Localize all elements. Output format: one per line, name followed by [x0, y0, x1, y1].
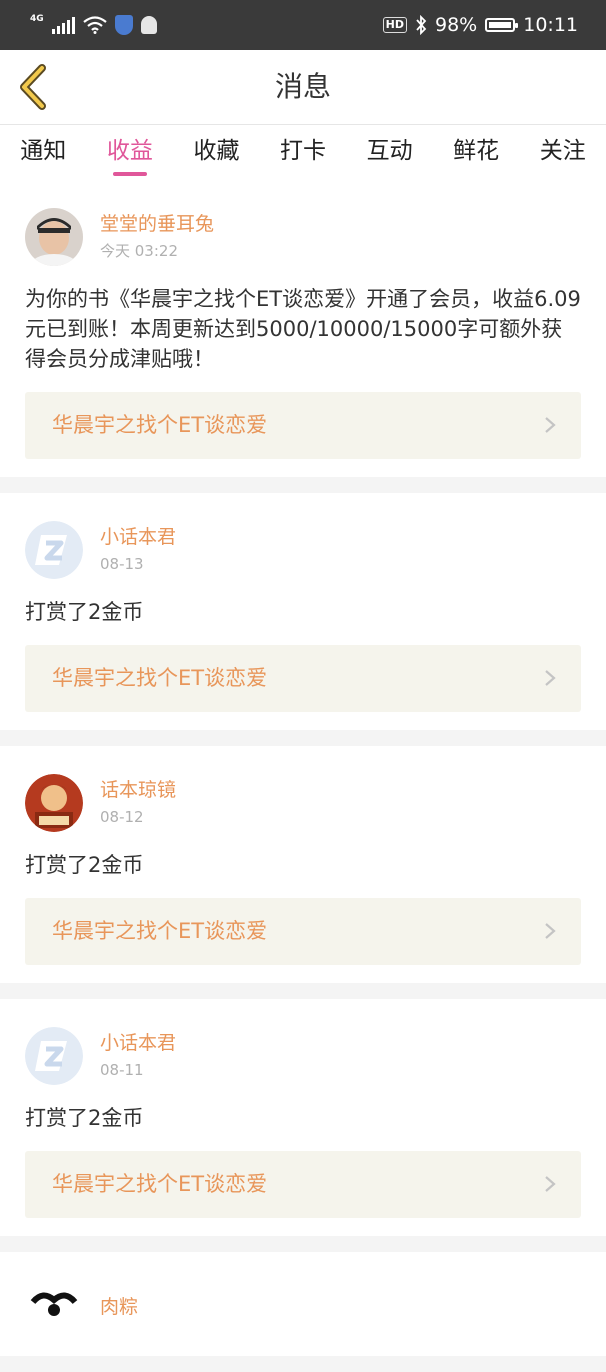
- avatar[interactable]: [25, 521, 83, 579]
- book-title: 华晨宇之找个ET谈恋爱: [52, 1172, 268, 1196]
- book-link[interactable]: 华晨宇之找个ET谈恋爱: [25, 1151, 581, 1218]
- chevron-right-icon: [545, 670, 556, 686]
- message-meta: 肉粽: [25, 1280, 581, 1338]
- message-text: 打赏了2金币: [25, 1106, 144, 1130]
- signal-icon: [51, 16, 75, 34]
- tab-flowers[interactable]: 鲜花: [433, 125, 520, 182]
- header: 消息: [0, 50, 606, 125]
- tab-earnings[interactable]: 收益: [87, 125, 174, 182]
- avatar[interactable]: [25, 1280, 83, 1338]
- user-name[interactable]: 话本琼镜: [100, 778, 176, 802]
- tab-follow[interactable]: 关注: [519, 125, 606, 182]
- battery-icon: [485, 18, 519, 32]
- qq-icon: [140, 16, 157, 34]
- bluetooth-icon: [416, 15, 427, 35]
- message-time: 今天 03:22: [100, 242, 178, 260]
- status-bar-right: HD 98% 10:11: [382, 12, 578, 38]
- battery-percent: 98%: [435, 14, 478, 36]
- user-name[interactable]: 小话本君: [100, 1031, 176, 1055]
- user-name[interactable]: 小话本君: [100, 525, 176, 549]
- avatar[interactable]: [25, 208, 83, 266]
- message-text: 打赏了2金币: [25, 600, 144, 624]
- message-card: 话本琼镜 08-12 打赏了2金币 华晨宇之找个ET谈恋爱: [0, 746, 606, 983]
- chevron-right-icon: [545, 1176, 556, 1192]
- message-time: 08-13: [100, 555, 144, 573]
- message-text: 打赏了2金币: [25, 853, 144, 877]
- message-meta: 堂堂的垂耳兔 今天 03:22: [25, 208, 581, 266]
- chevron-right-icon: [545, 923, 556, 939]
- message-meta: 小话本君 08-11: [25, 1027, 581, 1085]
- book-link[interactable]: 华晨宇之找个ET谈恋爱: [25, 392, 581, 459]
- wifi-icon: [82, 16, 107, 34]
- user-name[interactable]: 肉粽: [100, 1295, 138, 1319]
- message-card: 小话本君 08-13 打赏了2金币 华晨宇之找个ET谈恋爱: [0, 493, 606, 730]
- shield-icon: [114, 15, 133, 35]
- tab-interaction[interactable]: 互动: [346, 125, 433, 182]
- page-title: 消息: [274, 70, 331, 103]
- message-feed: 堂堂的垂耳兔 今天 03:22 为你的书《华晨宇之找个ET谈恋爱》开通了会员，收…: [0, 182, 606, 1372]
- tab-bar: 通知 收益 收藏 打卡 互动 鲜花 关注: [0, 125, 606, 182]
- network-type: 4G: [30, 14, 44, 24]
- message-card: 肉粽: [0, 1252, 606, 1356]
- message-card: 堂堂的垂耳兔 今天 03:22 为你的书《华晨宇之找个ET谈恋爱》开通了会员，收…: [0, 182, 606, 477]
- battery-level-fill: [489, 22, 511, 28]
- book-title: 华晨宇之找个ET谈恋爱: [52, 919, 268, 943]
- message-time: 08-11: [100, 1061, 144, 1079]
- tab-notifications[interactable]: 通知: [0, 125, 87, 182]
- book-title: 华晨宇之找个ET谈恋爱: [52, 413, 268, 437]
- message-meta: 小话本君 08-13: [25, 521, 581, 579]
- status-bar: 4G HD 98% 10:11: [0, 0, 606, 50]
- message-time: 08-12: [100, 808, 144, 826]
- book-link[interactable]: 华晨宇之找个ET谈恋爱: [25, 645, 581, 712]
- avatar[interactable]: [25, 774, 83, 832]
- user-name[interactable]: 堂堂的垂耳兔: [100, 212, 214, 236]
- status-bar-left: 4G: [30, 12, 157, 38]
- tab-favorites[interactable]: 收藏: [173, 125, 260, 182]
- message-card: 小话本君 08-11 打赏了2金币 华晨宇之找个ET谈恋爱: [0, 999, 606, 1236]
- hd-icon: HD: [382, 17, 407, 33]
- avatar[interactable]: [25, 1027, 83, 1085]
- message-text: 为你的书《华晨宇之找个ET谈恋爱》开通了会员，收益6.09元已到账！本周更新达到…: [25, 287, 581, 371]
- tab-checkin[interactable]: 打卡: [260, 125, 347, 182]
- message-meta: 话本琼镜 08-12: [25, 774, 581, 832]
- book-title: 华晨宇之找个ET谈恋爱: [52, 666, 268, 690]
- clock: 10:11: [523, 14, 578, 36]
- chevron-right-icon: [545, 417, 556, 433]
- book-link[interactable]: 华晨宇之找个ET谈恋爱: [25, 898, 581, 965]
